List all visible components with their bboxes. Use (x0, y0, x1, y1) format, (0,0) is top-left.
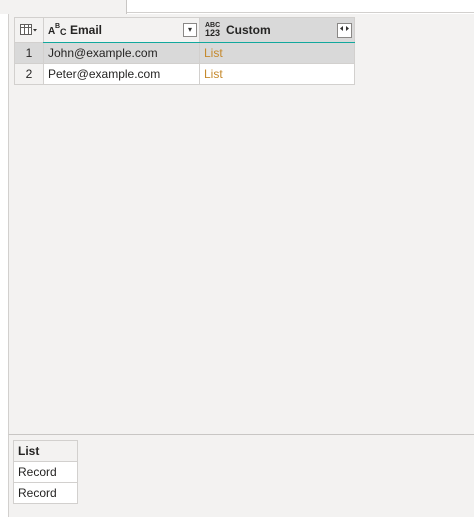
email-cell[interactable]: Peter@example.com (43, 64, 200, 85)
column-header-email[interactable]: A B C Email ▾ (43, 17, 200, 46)
row-number[interactable]: 1 (14, 43, 44, 64)
preview-header: List (13, 440, 78, 462)
column-header-label: Custom (226, 23, 271, 37)
top-strip (0, 0, 474, 14)
query-tab-area (0, 0, 127, 14)
list-link[interactable]: List (199, 64, 355, 85)
column-header-label: Email (70, 23, 103, 37)
table-icon (20, 24, 38, 36)
svg-text:C: C (60, 27, 67, 36)
top-divider (127, 12, 474, 13)
email-cell[interactable]: John@example.com (43, 43, 200, 64)
table-menu-button[interactable] (14, 17, 44, 43)
list-link[interactable]: List (199, 43, 355, 64)
expand-icon[interactable] (337, 23, 352, 38)
value-preview-pane: List Record Record (8, 434, 474, 517)
column-header-custom[interactable]: ABC 123 Custom (199, 17, 355, 46)
dropdown-arrow-icon[interactable]: ▾ (183, 23, 197, 37)
preview-table: List Record Record (13, 440, 78, 504)
preview-record-link[interactable]: Record (13, 462, 78, 483)
data-grid-area: A B C Email ▾ ABC 123 Custom 1 John@exam… (8, 14, 474, 434)
preview-record-link[interactable]: Record (13, 483, 78, 504)
text-type-icon[interactable]: A B C (48, 22, 68, 38)
row-number[interactable]: 2 (14, 64, 44, 85)
svg-text:123: 123 (205, 28, 220, 37)
any-type-icon[interactable]: ABC 123 (204, 21, 224, 39)
